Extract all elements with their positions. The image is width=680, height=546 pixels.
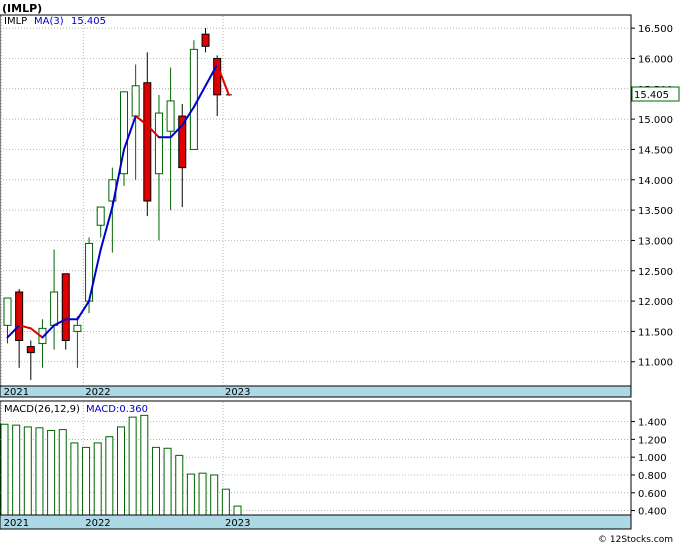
macd-bar <box>140 414 149 516</box>
macd-tick-label: 1.400 <box>638 418 667 429</box>
macd-x-label: 2021 <box>4 518 29 529</box>
candle-body-up <box>96 206 105 226</box>
price-tick-label: 12.000 <box>638 297 673 308</box>
macd-tick-label: 1.200 <box>638 435 667 446</box>
candle-body-down <box>61 273 70 342</box>
price-tick-label: 11.000 <box>638 358 673 369</box>
price-x-label: 2021 <box>4 387 29 398</box>
candle-body-up <box>50 291 59 326</box>
price-tick-label: 11.500 <box>638 327 673 338</box>
chart-title: (IMLP) <box>2 2 42 15</box>
legend-ma-label: MA(3) <box>34 16 64 27</box>
candle-body-up <box>3 297 12 326</box>
macd-bar <box>151 446 160 516</box>
macd-y-axis: 1.400 1.200 1.000 0.800 0.600 0.400 <box>631 418 667 518</box>
macd-x-label: 2023 <box>225 518 250 529</box>
candle-body-down <box>201 33 210 47</box>
last-price-label: 15.405 <box>634 90 669 101</box>
price-tick-label: 12.500 <box>638 267 673 278</box>
macd-bar <box>23 426 32 516</box>
candle-body-down <box>26 346 35 354</box>
macd-bar <box>12 424 21 516</box>
macd-bar <box>210 474 219 516</box>
legend-ma-value: 15.405 <box>71 16 106 27</box>
macd-bar <box>47 429 56 516</box>
macd-bar <box>163 447 172 516</box>
macd-bar <box>128 416 137 516</box>
macd-bar <box>35 427 44 516</box>
macd-bar <box>233 505 242 516</box>
price-tick-label: 13.500 <box>638 206 673 217</box>
candle <box>120 91 128 186</box>
macd-bar <box>105 436 114 516</box>
price-y-axis: 16.50016.00015.50015.00014.50014.00013.5… <box>631 24 673 369</box>
macd-bar <box>198 472 207 516</box>
last-price-tag: 15.405 <box>631 86 680 102</box>
candle <box>61 273 70 350</box>
macd-tick-label: 0.800 <box>638 471 667 482</box>
candle-body-up <box>166 100 175 132</box>
price-tick-label: 14.500 <box>638 145 673 156</box>
stock-chart: (IMLP) 16.50016.00015.50015.00014.50014.… <box>0 2 680 545</box>
candle-body-down <box>143 82 152 202</box>
macd-bar <box>175 454 184 516</box>
price-tick-label: 16.000 <box>638 54 673 65</box>
price-tick-label: 13.000 <box>638 236 673 247</box>
candle-body-up <box>131 85 140 117</box>
macd-bar <box>186 473 195 516</box>
legend-symbol: IMLP <box>4 16 27 27</box>
price-tick-label: 15.000 <box>638 115 673 126</box>
macd-tick-label: 1.000 <box>638 453 667 464</box>
macd-x-label: 2022 <box>85 518 110 529</box>
macd-tick-label: 0.400 <box>638 507 667 518</box>
macd-bar <box>93 442 102 516</box>
macd-bar <box>117 426 125 516</box>
macd-legend-value: MACD:0.360 <box>86 404 148 415</box>
candle <box>189 40 198 150</box>
macd-bar <box>0 423 9 516</box>
price-tick-label: 14.000 <box>638 176 673 187</box>
macd-bar <box>221 488 230 516</box>
candle-body-up <box>73 324 82 332</box>
macd-tick-label: 0.600 <box>638 489 667 500</box>
watermark: © 12Stocks.com <box>598 535 673 545</box>
macd-bar <box>70 442 79 516</box>
candle-body-up <box>154 112 163 175</box>
price-x-label: 2022 <box>85 387 110 398</box>
candle-body-up <box>189 48 198 150</box>
macd-bar <box>58 429 67 516</box>
price-panel <box>0 14 632 398</box>
price-tick-label: 16.500 <box>638 24 673 35</box>
candle-body-down <box>15 291 24 342</box>
macd-bar <box>82 446 91 516</box>
macd-legend-name: MACD(26,12,9) <box>4 404 80 415</box>
price-x-label: 2023 <box>225 387 250 398</box>
